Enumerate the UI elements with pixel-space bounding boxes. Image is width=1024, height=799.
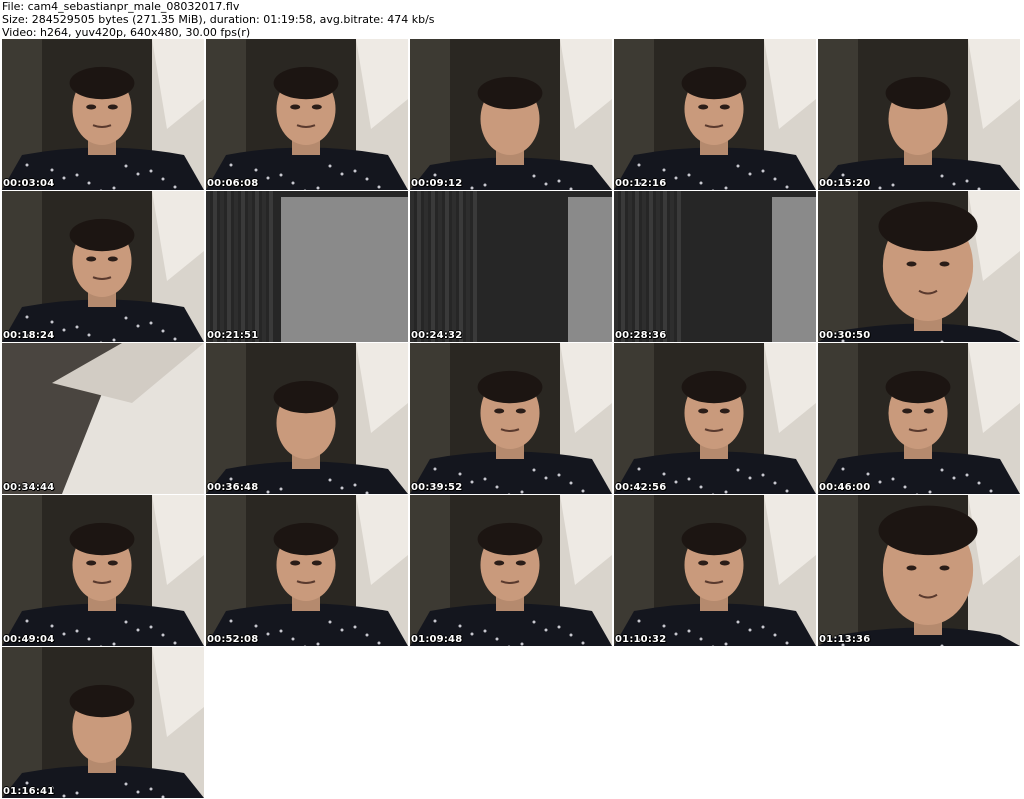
thumbnail-frame-image: [410, 495, 612, 646]
thumbnail-frame-image: [2, 191, 204, 342]
thumbnail-frame-image: [2, 343, 204, 494]
thumbnail-frame-image: [818, 495, 1020, 646]
video-thumbnail: 00:03:04: [2, 39, 204, 190]
file-name-line: File: cam4_sebastianpr_male_08032017.flv: [2, 0, 240, 13]
thumbnail-frame-image: [206, 39, 408, 190]
thumbnail-frame-image: [410, 191, 612, 342]
thumbnail-frame-image: [410, 343, 612, 494]
video-thumbnail: 01:13:36: [818, 495, 1020, 646]
video-thumbnail: 00:36:48: [206, 343, 408, 494]
thumbnail-frame-image: [614, 39, 816, 190]
thumbnail-timestamp: 00:06:08: [207, 178, 259, 189]
video-thumbnail: 00:24:32: [410, 191, 612, 342]
thumbnail-timestamp: 00:49:04: [3, 634, 55, 645]
thumbnail-timestamp: 00:28:36: [615, 330, 667, 341]
thumbnail-timestamp: 00:15:20: [819, 178, 871, 189]
thumbnail-frame-image: [2, 495, 204, 646]
thumbnail-frame-image: [206, 495, 408, 646]
video-thumbnail: 01:16:41: [2, 647, 204, 798]
video-thumbnail: 01:10:32: [614, 495, 816, 646]
video-thumbnail: 00:30:50: [818, 191, 1020, 342]
thumbnail-frame-image: [206, 343, 408, 494]
video-thumbnail: 00:09:12: [410, 39, 612, 190]
thumbnail-frame-image: [818, 39, 1020, 190]
video-thumbnail: 01:09:48: [410, 495, 612, 646]
thumbnail-timestamp: 00:36:48: [207, 482, 259, 493]
thumbnail-timestamp: 01:09:48: [411, 634, 463, 645]
thumbnail-frame-image: [614, 343, 816, 494]
thumbnail-timestamp: 01:13:36: [819, 634, 871, 645]
thumbnail-frame-image: [614, 495, 816, 646]
video-thumbnail: 00:21:51: [206, 191, 408, 342]
video-thumbnail: 00:12:16: [614, 39, 816, 190]
thumbnail-grid: 00:03:04 00:06:08 00:09:12 00:12:16 00:15:20…: [2, 39, 1022, 799]
video-thumbnail: 00:52:08: [206, 495, 408, 646]
thumbnail-frame-image: [206, 191, 408, 342]
video-thumbnail: 00:49:04: [2, 495, 204, 646]
video-thumbnail: 00:06:08: [206, 39, 408, 190]
video-thumbnail: 00:39:52: [410, 343, 612, 494]
thumbnail-timestamp: 00:03:04: [3, 178, 55, 189]
thumbnail-timestamp: 00:52:08: [207, 634, 259, 645]
video-thumbnail: 00:18:24: [2, 191, 204, 342]
thumbnail-frame-image: [614, 191, 816, 342]
thumbnail-timestamp: 00:39:52: [411, 482, 463, 493]
thumbnail-frame-image: [410, 39, 612, 190]
video-thumbnail: 00:42:56: [614, 343, 816, 494]
thumbnail-timestamp: 01:16:41: [3, 786, 55, 797]
video-thumbnail: 00:34:44: [2, 343, 204, 494]
video-thumbnail: 00:28:36: [614, 191, 816, 342]
thumbnail-timestamp: 00:46:00: [819, 482, 871, 493]
thumbnail-frame-image: [2, 39, 204, 190]
thumbnail-frame-image: [818, 191, 1020, 342]
file-size-line: Size: 284529505 bytes (271.35 MiB), dura…: [2, 13, 435, 26]
file-info-header: File: cam4_sebastianpr_male_08032017.flv…: [2, 0, 1022, 39]
thumbnail-timestamp: 00:21:51: [207, 330, 259, 341]
thumbnail-frame-image: [818, 343, 1020, 494]
thumbnail-timestamp: 00:30:50: [819, 330, 871, 341]
thumbnail-timestamp: 00:34:44: [3, 482, 55, 493]
thumbnail-timestamp: 00:18:24: [3, 330, 55, 341]
video-thumbnail: 00:46:00: [818, 343, 1020, 494]
thumbnail-timestamp: 00:12:16: [615, 178, 667, 189]
thumbnail-timestamp: 00:42:56: [615, 482, 667, 493]
video-thumbnail: 00:15:20: [818, 39, 1020, 190]
thumbnail-timestamp: 00:24:32: [411, 330, 463, 341]
thumbnail-timestamp: 00:09:12: [411, 178, 463, 189]
video-info-line: Video: h264, yuv420p, 640x480, 30.00 fps…: [2, 26, 251, 39]
thumbnail-timestamp: 01:10:32: [615, 634, 667, 645]
thumbnail-frame-image: [2, 647, 204, 798]
